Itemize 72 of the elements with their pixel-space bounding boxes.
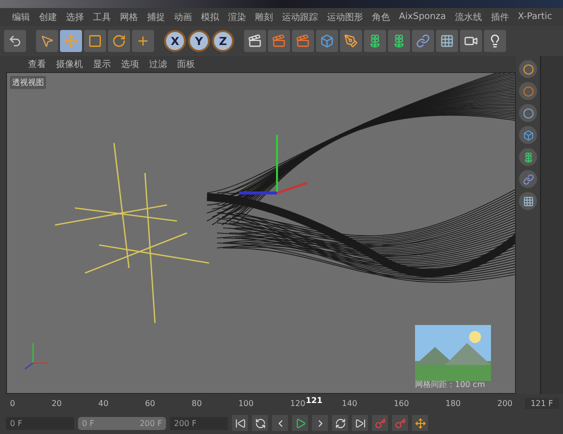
view-menu-item[interactable]: 过滤 xyxy=(149,58,167,70)
menu-item[interactable]: 编辑 xyxy=(12,10,30,24)
clapperboard-icon[interactable] xyxy=(292,30,314,52)
tick-label: 120 xyxy=(290,398,306,408)
menu-item[interactable]: 运动图形 xyxy=(327,10,363,24)
record-key-icon[interactable] xyxy=(392,415,408,431)
tick-label: 60 xyxy=(144,398,156,408)
menu-item[interactable]: AixSponza xyxy=(399,12,446,22)
axis-gizmo-icon xyxy=(239,135,308,194)
loop-icon[interactable] xyxy=(252,415,268,431)
clapperboard-icon[interactable] xyxy=(268,30,290,52)
skip-back-icon[interactable] xyxy=(232,415,248,431)
menu-item[interactable]: 动画 xyxy=(174,10,192,24)
viewport[interactable]: 透视视图 网格间距 : 100 cm xyxy=(6,72,516,394)
plus-icon[interactable] xyxy=(132,30,154,52)
view-menu-item[interactable]: 显示 xyxy=(93,58,111,70)
end-frame-field[interactable]: 200 F xyxy=(170,416,228,430)
world-axis-icon xyxy=(24,342,48,370)
menu-item[interactable]: 创建 xyxy=(39,10,57,24)
menu-item[interactable]: 角色 xyxy=(372,10,390,24)
frame-field[interactable]: 121 F xyxy=(524,398,559,408)
cube-icon[interactable] xyxy=(316,30,338,52)
cursor-icon[interactable] xyxy=(36,30,58,52)
tick-label: 140 xyxy=(342,398,358,408)
grid-icon[interactable] xyxy=(436,30,458,52)
clapperboard-icon[interactable] xyxy=(244,30,266,52)
current-frame-marker[interactable]: 121 xyxy=(306,396,322,405)
axis-toggle[interactable]: Z xyxy=(212,30,234,52)
tick-label: 0 xyxy=(10,398,16,408)
axis-toggle[interactable]: X xyxy=(164,30,186,52)
axis-toggle[interactable]: Y xyxy=(188,30,210,52)
menu-item[interactable]: 运动跟踪 xyxy=(282,10,318,24)
pen-icon[interactable] xyxy=(340,30,362,52)
flower-icon[interactable] xyxy=(364,30,386,52)
timeline-ruler[interactable]: 0 20 40 60 80 100 120121 140 160 180 200 xyxy=(10,396,513,410)
flower-icon[interactable] xyxy=(388,30,410,52)
view-menu-item[interactable]: 面板 xyxy=(177,58,195,70)
move-icon[interactable] xyxy=(412,415,428,431)
tick-label: 180 xyxy=(445,398,461,408)
menu-item[interactable]: 插件 xyxy=(490,10,509,24)
menu-item[interactable]: 选择 xyxy=(66,10,84,24)
menu-item[interactable]: 雕刻 xyxy=(255,10,273,24)
camera-icon[interactable] xyxy=(460,30,482,52)
start-frame-field[interactable]: 0 F xyxy=(6,416,74,430)
viewport-label: 透视视图 xyxy=(10,76,46,89)
lightbulb-icon[interactable] xyxy=(484,30,506,52)
skip-forward-icon[interactable] xyxy=(352,415,368,431)
loop-icon[interactable] xyxy=(332,415,348,431)
tick-label: 40 xyxy=(98,398,108,408)
grid-spacing-text: 网格间距 : 100 cm xyxy=(415,379,485,390)
play-icon[interactable] xyxy=(292,415,308,431)
tick-label: 100 xyxy=(238,398,254,408)
tick-label: 160 xyxy=(394,398,409,408)
rotate-icon[interactable] xyxy=(108,30,130,52)
undo-icon[interactable] xyxy=(4,30,26,52)
tick-label: 200 xyxy=(497,398,513,408)
step-back-icon[interactable] xyxy=(272,415,288,431)
menu-item[interactable]: 流水线 xyxy=(454,10,482,24)
step-forward-icon[interactable] xyxy=(312,415,328,431)
menu-item[interactable]: 捕捉 xyxy=(147,10,165,24)
menu-item[interactable]: 渲染 xyxy=(228,10,246,24)
tick-label: 20 xyxy=(52,398,62,408)
menu-item[interactable]: 工具 xyxy=(93,10,111,24)
menu-item[interactable]: 网格 xyxy=(120,10,138,24)
view-menu-item[interactable]: 选项 xyxy=(121,58,139,70)
menu-item[interactable]: 模拟 xyxy=(201,10,219,24)
view-menu-item[interactable]: 摄像机 xyxy=(56,58,83,70)
scale-icon[interactable] xyxy=(84,30,106,52)
view-menu-item[interactable]: 查看 xyxy=(28,58,46,70)
menu-item[interactable]: X-Partic xyxy=(518,12,552,22)
tick-label: 80 xyxy=(192,398,202,408)
link-icon[interactable] xyxy=(412,30,434,52)
